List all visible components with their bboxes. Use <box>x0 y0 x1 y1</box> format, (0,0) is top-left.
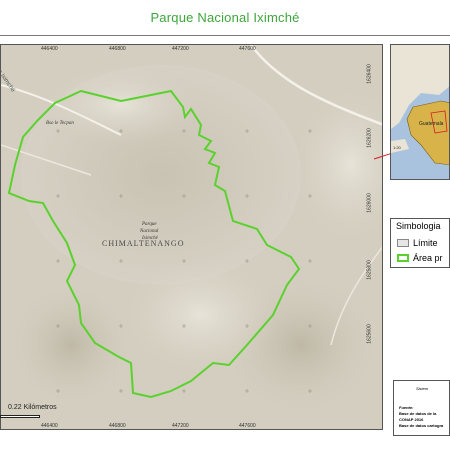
right-coord-1: 1626400 <box>366 64 373 84</box>
inset-scale-label: 1:20 <box>393 145 401 150</box>
legend-item-area: Área pr <box>397 253 443 263</box>
map-title: Parque Nacional Iximché <box>150 10 300 25</box>
bottom-coord-4: 447600 <box>239 423 256 429</box>
legend-item-limit: Límite <box>397 238 438 248</box>
top-coord-1: 446400 <box>41 46 58 52</box>
top-coord-2: 446800 <box>109 46 126 52</box>
bottom-coord-1: 446400 <box>41 423 58 429</box>
park-label-2: Nacional <box>140 229 159 234</box>
title-bar: Parque Nacional Iximché <box>0 0 450 36</box>
info-fuente: Fuente: <box>399 405 414 410</box>
info-panel: Sistem Fuente: Base de datos de la CONAP… <box>393 380 450 436</box>
park-label-3: Iximché <box>142 236 158 241</box>
inset-country-label: Guatemala <box>419 121 444 127</box>
bosque-label: Bso le Tecpan <box>46 121 74 126</box>
info-line-2: CONAP 2016 <box>399 417 424 422</box>
main-map[interactable]: 446400 446800 447200 447600 446400 44680… <box>0 44 383 430</box>
legend-swatch-limit <box>397 239 409 247</box>
top-coord-4: 447600 <box>239 46 256 52</box>
info-header: Sistem <box>416 386 429 391</box>
scale-label: 0.22 Kilómetros <box>8 404 57 411</box>
right-coord-4: 1625800 <box>366 260 373 280</box>
bottom-coord-3: 447200 <box>172 423 189 429</box>
legend-label-area: Área pr <box>413 253 443 263</box>
right-coord-3: 1626000 <box>366 193 373 213</box>
park-label-1: Parque <box>142 222 157 227</box>
top-coord-3: 447200 <box>172 46 189 52</box>
scale-bar <box>0 415 40 418</box>
right-coord-5: 1625600 <box>366 324 373 344</box>
terrain-map <box>1 45 382 429</box>
legend-swatch-area <box>397 254 409 262</box>
bottom-coord-2: 446800 <box>109 423 126 429</box>
info-line-1: Base de datos de la <box>399 411 437 416</box>
info-line-3: Base de datos cartogra <box>399 423 444 428</box>
inset-locator-map[interactable]: Guatemala 1:20 <box>390 44 450 180</box>
legend-title: Simbologia <box>396 221 441 231</box>
legend-panel: Simbologia Límite Área pr <box>390 218 450 268</box>
inset-map-graphic <box>391 45 449 166</box>
legend-label-limit: Límite <box>413 238 438 248</box>
